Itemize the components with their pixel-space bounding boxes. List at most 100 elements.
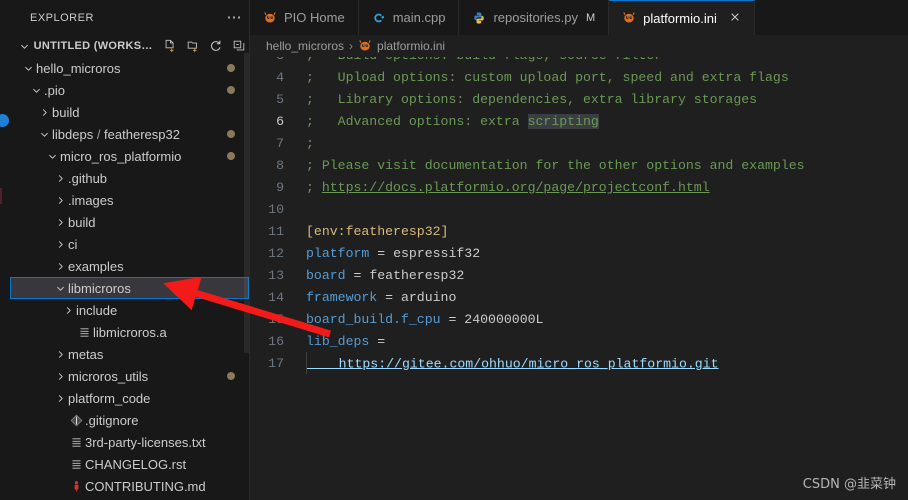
tree-item[interactable]: 3rd-party-licenses.txt [10,431,249,453]
tab-modified-badge: M [585,11,596,24]
activity-bar-indicator [0,188,2,204]
chevron-right-icon[interactable] [52,195,68,206]
git-status-dot [227,372,235,380]
code-line[interactable]: 14 framework = arduino [250,287,908,309]
chevron-down-icon[interactable] [44,151,60,162]
code-line[interactable]: 16 lib_deps = [250,331,908,353]
tree-item[interactable]: .pio [10,79,249,101]
chevron-right-icon[interactable] [52,393,68,404]
chevron-right-icon[interactable] [52,217,68,228]
tree-item[interactable]: build [10,101,249,123]
editor-tab[interactable]: repositories.py M [459,0,610,35]
tree-item-label: platform_code [68,390,151,406]
text-file-icon [76,326,93,339]
tree-item[interactable]: include [10,299,249,321]
tree-item-label: CHANGELOG.rst [85,456,187,472]
tree-item[interactable]: metas [10,343,249,365]
code-line[interactable]: 9; https://docs.platformio.org/page/proj… [250,177,908,199]
tree-item[interactable]: examples [10,255,249,277]
tree-item[interactable]: build [10,211,249,233]
tree-item[interactable]: hello_microros [10,57,249,79]
code-line[interactable]: 4 ; Upload options: custom upload port, s… [250,67,908,89]
code-line[interactable]: 13 board = featheresp32 [250,265,908,287]
tree-item[interactable]: libdeps / featheresp32 [10,123,249,145]
code-token: = [440,312,465,327]
chevron-down-icon[interactable] [18,41,32,52]
explorer-more-actions-icon[interactable]: ⋯ [223,7,245,29]
chevron-down-icon[interactable] [28,85,44,96]
new-folder-icon[interactable] [183,36,203,56]
breadcrumb-label: platformio.ini [377,39,446,53]
text-file-icon [68,458,85,471]
tree-item[interactable]: micro_ros_platformio [10,145,249,167]
code-line[interactable]: 8 ; Please visit documentation for the ot… [250,155,908,177]
tree-item-selected[interactable]: libmicroros [10,277,249,299]
tree-item[interactable]: CONTRIBUTING.md [10,475,249,497]
code-token[interactable]: https://docs.platformio.org/page/project… [322,180,710,195]
tree-item-label: ci [68,236,78,252]
code-token[interactable]: https://gitee.com/ohhuo/micro_ros_platfo… [307,356,719,371]
explorer-scrollbar[interactable] [244,53,249,353]
editor-tab[interactable]: platformio.ini [609,0,755,35]
chevron-right-icon[interactable] [52,371,68,382]
editor-tab[interactable]: PIO Home [250,0,359,35]
tree-item[interactable]: libmicroros.a [10,321,249,343]
git-status-dot [227,130,235,138]
tree-item[interactable]: microros_utils [10,365,249,387]
line-number: 10 [268,202,284,217]
chevron-right-icon[interactable] [52,349,68,360]
breadcrumb: hello_microros › platformio.ini [250,35,908,57]
breadcrumb-item[interactable]: hello_microros [266,39,344,53]
tree-item[interactable]: ci [10,233,249,255]
chevron-down-icon[interactable] [36,129,52,140]
code-token: board [306,268,346,283]
code-token: framework [306,290,378,305]
tree-item-label: metas [68,346,104,362]
tree-item[interactable]: platform_code [10,387,249,409]
code-token: ; Upload options: custom upload port, sp… [306,70,789,85]
explorer-title: EXPLORER [30,11,94,24]
tree-item[interactable]: .gitignore [10,409,249,431]
code-line-text: [env:featheresp32] [306,221,448,243]
code-line[interactable]: 15 board_build.f_cpu = 240000000L [250,309,908,331]
code-token: scripting [527,114,599,129]
tree-item[interactable]: CHANGELOG.rst [10,453,249,475]
code-line[interactable]: 17 https://gitee.com/ohhuo/micro_ros_pla… [250,351,908,375]
new-file-icon[interactable] [160,36,180,56]
chevron-right-icon[interactable] [52,239,68,250]
tree-item-label: hello_microros [36,60,121,76]
chevron-right-icon[interactable] [52,173,68,184]
code-line[interactable]: 5 ; Library options: dependencies, extra … [250,89,908,111]
code-token: featheresp32 [369,268,465,283]
python-icon [472,11,486,25]
breadcrumb-item[interactable]: platformio.ini [358,39,445,53]
chevron-down-icon[interactable] [20,63,36,74]
tree-item[interactable]: .github [10,167,249,189]
chevron-down-icon[interactable] [52,283,68,294]
chevron-right-icon[interactable] [52,261,68,272]
tree-item-label: CONTRIBUTING.md [85,478,206,494]
line-number: 5 [276,92,284,107]
chevron-right-icon[interactable] [36,107,52,118]
close-icon[interactable] [729,11,741,25]
tree-item[interactable]: .images [10,189,249,211]
code-line[interactable]: 7; [250,133,908,155]
activity-bar[interactable] [0,0,10,500]
code-line-text: board_build.f_cpu = 240000000L [306,309,543,331]
refresh-icon[interactable] [206,36,226,56]
code-editor[interactable]: 3; Build options: build flags, source fi… [250,57,908,500]
code-line[interactable]: 11 [env:featheresp32] [250,221,908,243]
git-status-dot [227,86,235,94]
editor-group: PIO Home main.cpp repositories.py Mplatform… [250,0,908,500]
code-line[interactable]: 6 ; Advanced options: extra scripting [250,111,908,133]
tree-item-label: .images [68,192,114,208]
code-line[interactable]: 12 platform = espressif32 [250,243,908,265]
code-line[interactable]: 10 [250,199,908,221]
workspace-root-row[interactable]: UNTITLED (WORKSP... [10,35,249,57]
editor-tab[interactable]: main.cpp [358,0,460,35]
line-number: 12 [268,246,284,261]
tree-item-label: include [76,302,118,318]
chevron-right-icon[interactable] [60,305,76,316]
line-number: 15 [268,312,284,327]
code-line[interactable]: 3; Build options: build flags, source fi… [250,57,908,67]
